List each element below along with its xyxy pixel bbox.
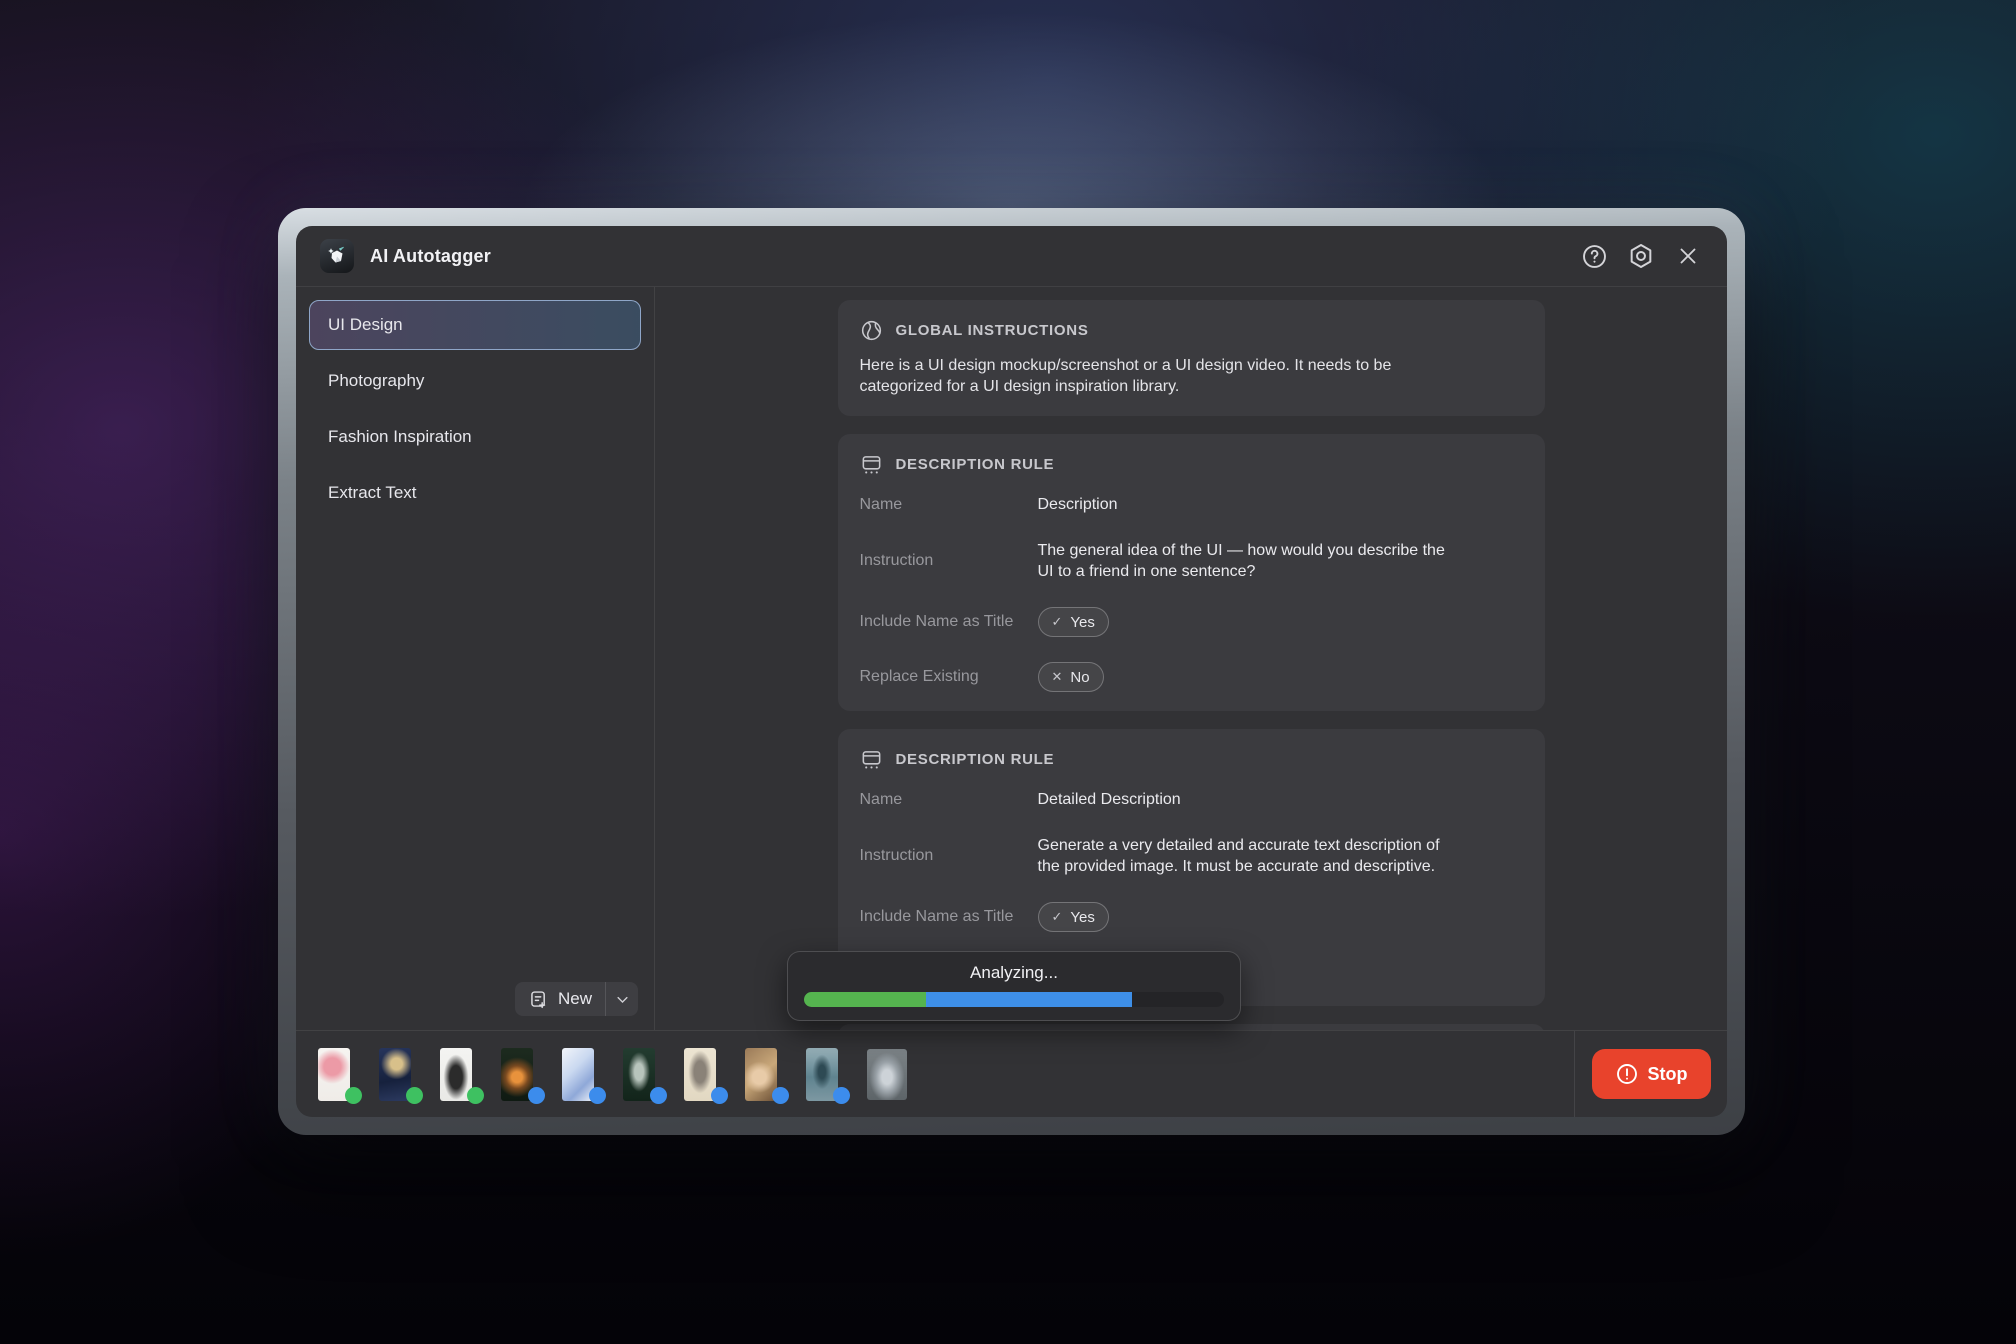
thumbnail-stadium[interactable] xyxy=(867,1049,907,1100)
global-instructions-title: GLOBAL INSTRUCTIONS xyxy=(896,322,1089,339)
chevron-down-icon[interactable] xyxy=(606,982,638,1016)
new-document-icon xyxy=(528,989,549,1010)
badge-label: Yes xyxy=(1070,909,1094,926)
status-dot xyxy=(406,1087,423,1104)
badge-label: Yes xyxy=(1070,614,1094,631)
analyzing-overlay: Analyzing... xyxy=(787,951,1241,1021)
stop-alert-icon xyxy=(1615,1062,1639,1086)
replace-existing-badge: ✕ No xyxy=(1038,662,1104,692)
sidebar-item-label: Fashion Inspiration xyxy=(328,427,472,447)
main-content: GLOBAL INSTRUCTIONS Here is a UI design … xyxy=(655,287,1727,1030)
include-name-badge: ✓ Yes xyxy=(1038,902,1109,932)
field-value-instruction: Generate a very detailed and accurate te… xyxy=(1038,835,1448,877)
check-icon: ✓ xyxy=(1052,909,1063,925)
field-label-name: Name xyxy=(860,791,1038,809)
x-icon: ✕ xyxy=(1052,669,1063,685)
stop-button[interactable]: Stop xyxy=(1592,1049,1711,1099)
rule-title: DESCRIPTION RULE xyxy=(896,751,1055,768)
sidebar-item-photography[interactable]: Photography xyxy=(309,356,641,406)
field-label-instruction: Instruction xyxy=(860,552,1038,570)
global-instructions-panel: GLOBAL INSTRUCTIONS Here is a UI design … xyxy=(838,300,1545,416)
status-dot xyxy=(528,1087,545,1104)
sidebar-item-ui-design[interactable]: UI Design xyxy=(309,300,641,350)
rule-header: DESCRIPTION RULE xyxy=(860,748,1523,771)
field-label-name: Name xyxy=(860,496,1038,514)
include-name-badge: ✓ Yes xyxy=(1038,607,1109,637)
status-dot xyxy=(833,1087,850,1104)
new-button-row: New xyxy=(309,982,641,1017)
thumbnail-navy-gold[interactable] xyxy=(379,1048,411,1101)
settings-icon[interactable] xyxy=(1626,241,1656,271)
status-dot xyxy=(711,1087,728,1104)
rule-card-icon xyxy=(860,453,883,476)
rule-fields: Name Description Instruction The general… xyxy=(860,494,1523,692)
sidebar-item-label: Photography xyxy=(328,371,424,391)
status-dot xyxy=(467,1087,484,1104)
field-label-instruction: Instruction xyxy=(860,847,1038,865)
rule-title: DESCRIPTION RULE xyxy=(896,456,1055,473)
thumbnail-strip xyxy=(296,1031,1574,1117)
rule-card-icon xyxy=(860,748,883,771)
field-value-name: Detailed Description xyxy=(1038,789,1448,810)
sidebar: UI Design Photography Fashion Inspiratio… xyxy=(296,287,655,1030)
globe-icon xyxy=(860,319,883,342)
thumbnail-dog[interactable] xyxy=(440,1048,472,1101)
thumbnail-green-paisley[interactable] xyxy=(623,1048,655,1101)
new-button-label: New xyxy=(558,989,592,1009)
app-title: AI Autotagger xyxy=(370,246,491,267)
field-value-instruction: The general idea of the UI — how would y… xyxy=(1038,540,1448,582)
app-window-frame: AI Autotagger xyxy=(278,208,1745,1135)
new-button[interactable]: New xyxy=(515,982,638,1016)
field-value-name: Description xyxy=(1038,494,1448,515)
thumbnail-fox[interactable] xyxy=(684,1048,716,1101)
close-icon[interactable] xyxy=(1673,241,1703,271)
progress-segment-done xyxy=(804,992,926,1007)
thumbnail-perfume[interactable] xyxy=(806,1048,838,1101)
global-instructions-text: Here is a UI design mockup/screenshot or… xyxy=(860,355,1472,397)
thumbnail-forest-fire[interactable] xyxy=(501,1048,533,1101)
analyzing-label: Analyzing... xyxy=(788,963,1240,983)
app-logo-icon xyxy=(320,239,354,273)
thumbnail-blue-waves[interactable] xyxy=(562,1048,594,1101)
sidebar-item-label: Extract Text xyxy=(328,483,417,503)
check-icon: ✓ xyxy=(1052,614,1063,630)
field-label-include-name: Include Name as Title xyxy=(860,613,1038,631)
new-button-main[interactable]: New xyxy=(515,989,605,1010)
badge-label: No xyxy=(1070,669,1089,686)
window-body: UI Design Photography Fashion Inspiratio… xyxy=(296,287,1727,1030)
description-rule-panel-1: DESCRIPTION RULE Name Description Instru… xyxy=(838,434,1545,711)
titlebar: AI Autotagger xyxy=(296,226,1727,287)
global-instructions-header: GLOBAL INSTRUCTIONS xyxy=(860,319,1523,342)
field-label-replace-existing: Replace Existing xyxy=(860,668,1038,686)
status-dot xyxy=(650,1087,667,1104)
sidebar-spacer xyxy=(309,524,641,982)
rule-header: DESCRIPTION RULE xyxy=(860,453,1523,476)
sidebar-item-label: UI Design xyxy=(328,315,403,335)
footer-bar: Stop xyxy=(296,1030,1727,1117)
status-dot xyxy=(589,1087,606,1104)
status-dot xyxy=(345,1087,362,1104)
thumbnail-gold-abstract[interactable] xyxy=(745,1048,777,1101)
field-label-include-name: Include Name as Title xyxy=(860,908,1038,926)
stop-button-area: Stop xyxy=(1575,1031,1727,1117)
progress-segment-active xyxy=(926,992,1132,1007)
help-icon[interactable] xyxy=(1579,241,1609,271)
thumbnail-tulip[interactable] xyxy=(318,1048,350,1101)
sidebar-item-fashion-inspiration[interactable]: Fashion Inspiration xyxy=(309,412,641,462)
progress-bar xyxy=(804,992,1224,1007)
status-dot xyxy=(772,1087,789,1104)
stop-button-label: Stop xyxy=(1648,1064,1688,1085)
app-window: AI Autotagger xyxy=(296,226,1727,1117)
sidebar-item-extract-text[interactable]: Extract Text xyxy=(309,468,641,518)
